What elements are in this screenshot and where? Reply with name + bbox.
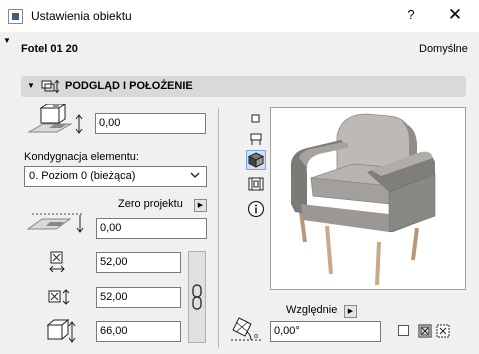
- collapse-triangle-icon[interactable]: ▼: [3, 36, 11, 45]
- elevation-box-icon: [27, 103, 91, 145]
- section-collapse-icon[interactable]: ▼: [27, 81, 35, 90]
- side-view-icon[interactable]: [248, 131, 264, 147]
- rotation-angle-icon: α: [229, 316, 263, 347]
- zero-project-menu-button[interactable]: ▶: [194, 199, 207, 212]
- chain-link-icon: [192, 284, 202, 313]
- section-view-icon[interactable]: [248, 176, 264, 192]
- mirror-x-icon[interactable]: [418, 324, 432, 341]
- chevron-down-icon: [190, 169, 200, 184]
- object-name: Fotel 01 20: [21, 43, 78, 55]
- elevation-input[interactable]: 0,00: [95, 113, 206, 134]
- svg-text:α: α: [254, 333, 258, 340]
- column-divider: [218, 108, 219, 348]
- zero-project-label: Zero projektu: [118, 198, 183, 210]
- window-title: Ustawienia obiektu: [31, 9, 132, 23]
- height-icon: [46, 318, 76, 346]
- window-titlebar: Ustawienia obiektu ? ✕: [0, 0, 479, 32]
- section-header-preview-positioning[interactable]: ▼ PODGLĄD I POŁOŻENIE: [21, 76, 466, 97]
- relative-menu-button[interactable]: ▶: [344, 305, 357, 318]
- chair-preview-image: [290, 113, 436, 286]
- story-selected-value: 0. Poziom 0 (bieżąca): [29, 170, 136, 182]
- rotation-input[interactable]: 0,00°: [270, 321, 381, 342]
- width-input[interactable]: 52,00: [96, 252, 181, 273]
- zero-project-input[interactable]: 0,00: [96, 218, 207, 239]
- mirror-y-icon[interactable]: [436, 324, 450, 341]
- depth-input[interactable]: 52,00: [96, 287, 181, 308]
- relative-label: Względnie: [286, 304, 338, 316]
- app-icon: [8, 9, 23, 24]
- object-preview[interactable]: [270, 107, 466, 290]
- 3d-view-icon[interactable]: [246, 150, 266, 170]
- depth-icon: [48, 289, 72, 308]
- info-icon[interactable]: [247, 200, 265, 218]
- mirror-off-checkbox[interactable]: [398, 325, 409, 336]
- zero-plane-icon: [26, 211, 90, 238]
- story-label: Kondygnacja elementu:: [24, 151, 139, 163]
- proportions-lock-button[interactable]: [188, 251, 206, 343]
- width-icon: [49, 251, 65, 276]
- preview-position-icon: [41, 79, 61, 97]
- help-button[interactable]: ?: [398, 7, 424, 22]
- defaults-label: Domyślne: [419, 43, 468, 55]
- height-input[interactable]: 66,00: [96, 321, 181, 342]
- story-select[interactable]: 0. Poziom 0 (bieżąca): [24, 166, 207, 187]
- 2d-view-icon[interactable]: [248, 111, 264, 127]
- close-button[interactable]: ✕: [440, 5, 470, 25]
- section-title: PODGLĄD I POŁOŻENIE: [65, 80, 193, 92]
